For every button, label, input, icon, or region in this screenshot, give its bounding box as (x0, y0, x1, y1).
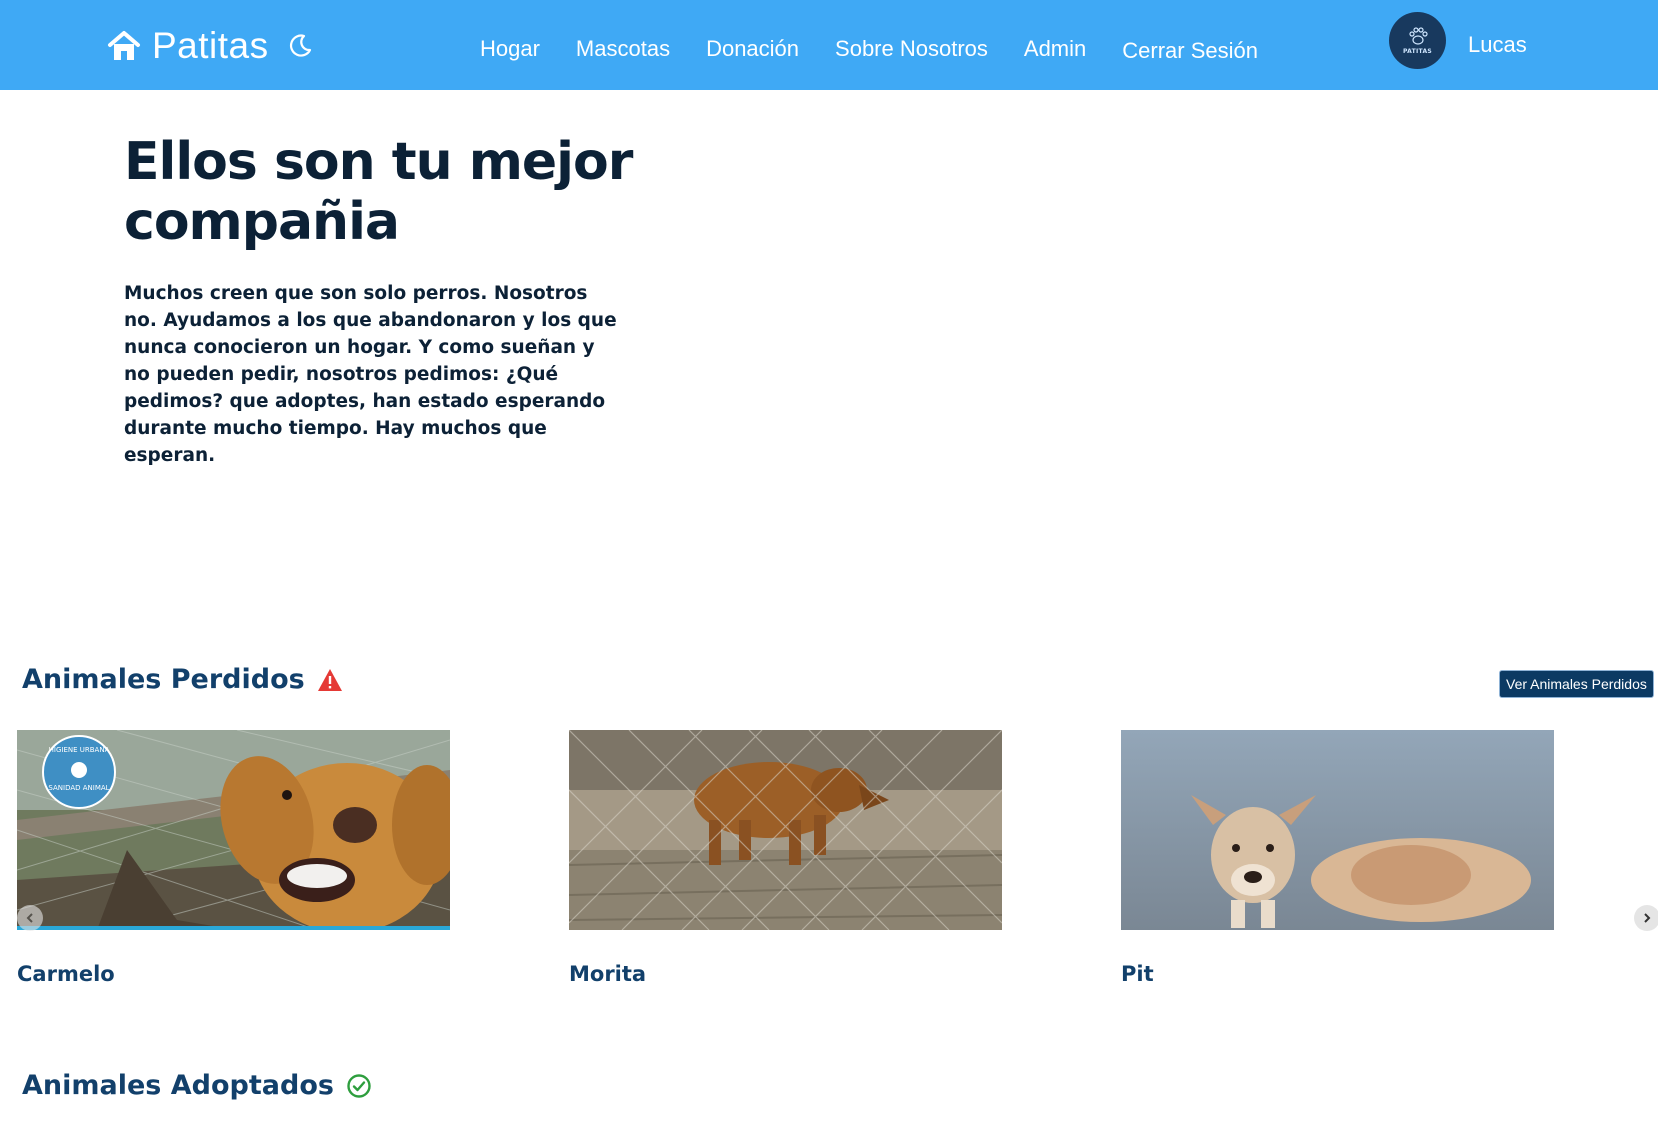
nav-link-admin[interactable]: Admin (1024, 36, 1086, 64)
lost-animals-title: Animales Perdidos (22, 664, 343, 695)
logout-link[interactable]: Cerrar Sesión (1122, 38, 1258, 64)
hero-title: Ellos son tu mejor compañia (124, 132, 633, 252)
username[interactable]: Lucas (1468, 32, 1527, 58)
home-icon (108, 31, 140, 60)
lost-animal-photo[interactable] (569, 730, 1002, 930)
badge-top-text: HIGIENE URBANA (49, 746, 110, 754)
nav-link-sobre-nosotros[interactable]: Sobre Nosotros (835, 36, 988, 64)
nav-link-donacion[interactable]: Donación (706, 36, 799, 64)
main-nav: Hogar Mascotas Donación Sobre Nosotros A… (480, 36, 1294, 64)
lost-animal-photo[interactable]: HIGIENE URBANA SANIDAD ANIMAL (17, 730, 450, 930)
paw-icon (1408, 27, 1428, 45)
adopted-animals-title: Animales Adoptados (22, 1070, 372, 1101)
brand-name: Patitas (152, 25, 269, 66)
nav-link-hogar[interactable]: Hogar (480, 36, 540, 64)
lost-animal-card[interactable]: Morita (569, 730, 1002, 986)
carousel-prev-button[interactable] (17, 905, 43, 931)
lost-animal-name[interactable]: Morita (569, 962, 1002, 986)
lost-animal-photo[interactable] (1121, 730, 1554, 930)
lost-animals-title-text: Animales Perdidos (22, 664, 305, 695)
chevron-right-icon (1644, 913, 1651, 923)
lost-animal-name[interactable]: Carmelo (17, 962, 450, 986)
carousel-next-button[interactable] (1634, 905, 1658, 931)
lost-animal-name[interactable]: Pit (1121, 962, 1554, 986)
lost-animal-card[interactable]: HIGIENE URBANA SANIDAD ANIMAL Carmelo (17, 730, 450, 986)
avatar-label: PATITAS (1402, 48, 1433, 55)
badge-bottom-text: SANIDAD ANIMAL (48, 784, 109, 792)
brand[interactable]: Patitas (106, 24, 313, 68)
avatar[interactable]: PATITAS (1389, 12, 1446, 69)
hero-text: Muchos creen que son solo perros. Nosotr… (124, 283, 617, 466)
view-lost-animals-button[interactable]: Ver Animales Perdidos (1499, 670, 1654, 698)
check-circle-icon (347, 1073, 371, 1098)
warning-icon (317, 668, 342, 691)
adopted-animals-title-text: Animales Adoptados (22, 1070, 334, 1101)
chevron-left-icon (26, 913, 33, 923)
lost-animal-card[interactable]: Pit (1121, 730, 1554, 986)
nav-link-mascotas[interactable]: Mascotas (576, 36, 670, 64)
moon-icon[interactable] (287, 33, 313, 59)
navbar: Patitas Hogar Mascotas Donación Sobre No… (0, 0, 1658, 90)
